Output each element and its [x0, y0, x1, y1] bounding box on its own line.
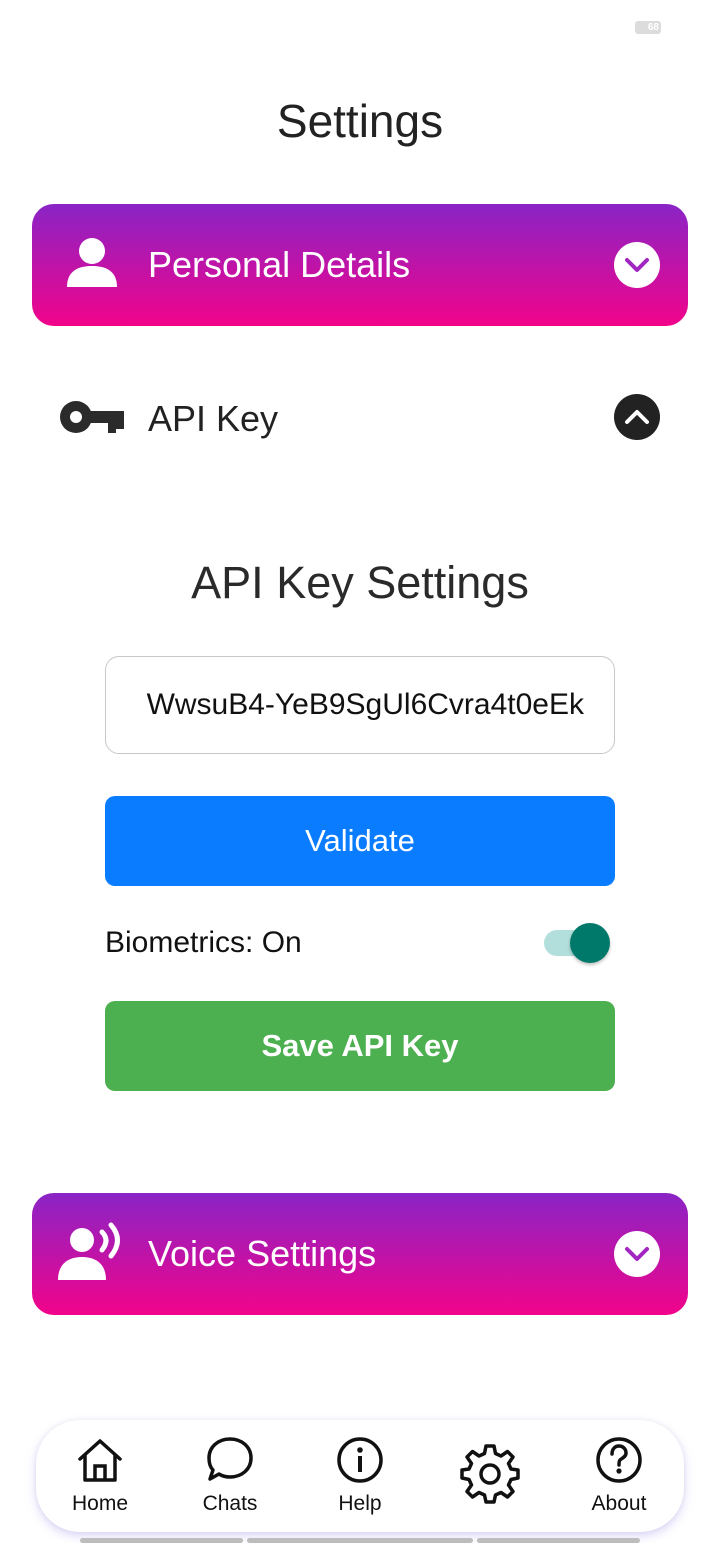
nav-chats-label: Chats	[202, 1492, 258, 1515]
gear-icon	[459, 1442, 521, 1506]
api-settings-title: API Key Settings	[191, 557, 529, 608]
nav-home[interactable]: Home	[45, 1420, 155, 1532]
voice-icon	[58, 1222, 128, 1287]
key-icon	[58, 398, 126, 443]
home-indicator-segment	[247, 1538, 473, 1543]
chat-icon	[205, 1434, 255, 1486]
voice-settings-label: Voice Settings	[148, 1233, 377, 1274]
page-title: Settings	[276, 95, 444, 147]
validate-button[interactable]: Validate	[105, 796, 615, 886]
person-icon	[64, 237, 120, 294]
personal-details-label: Personal Details	[148, 244, 411, 285]
bottom-nav: Home Chats Help About	[36, 1420, 684, 1532]
nav-settings[interactable]	[435, 1420, 545, 1532]
nav-about[interactable]: About	[564, 1420, 674, 1532]
biometrics-label: Biometrics: On	[105, 926, 302, 959]
api-key-header[interactable]: API Key	[32, 380, 688, 456]
chevron-down-icon[interactable]	[614, 1231, 660, 1277]
nav-help[interactable]: Help	[305, 1420, 415, 1532]
chevron-up-icon[interactable]	[614, 394, 660, 440]
info-icon	[335, 1434, 385, 1486]
question-icon	[594, 1434, 644, 1486]
nav-home-label: Home	[71, 1492, 129, 1515]
biometrics-toggle[interactable]	[544, 922, 610, 964]
voice-settings-header[interactable]: Voice Settings	[32, 1193, 688, 1315]
api-key-input[interactable]	[105, 656, 615, 754]
settings-screen: 68 Settings Personal Details API Key API…	[0, 0, 720, 1544]
save-api-key-button[interactable]: Save API Key	[105, 1001, 615, 1091]
nav-chats[interactable]: Chats	[175, 1420, 285, 1532]
api-key-label: API Key	[148, 398, 279, 439]
personal-details-header[interactable]: Personal Details	[32, 204, 688, 326]
home-indicator-segment	[80, 1538, 243, 1543]
toggle-thumb	[570, 923, 610, 963]
home-icon	[76, 1434, 124, 1486]
nav-help-label: Help	[338, 1492, 382, 1515]
nav-about-label: About	[591, 1492, 647, 1515]
home-indicator-segment	[477, 1538, 640, 1543]
battery-indicator: 68	[635, 21, 661, 34]
chevron-down-icon[interactable]	[614, 242, 660, 288]
